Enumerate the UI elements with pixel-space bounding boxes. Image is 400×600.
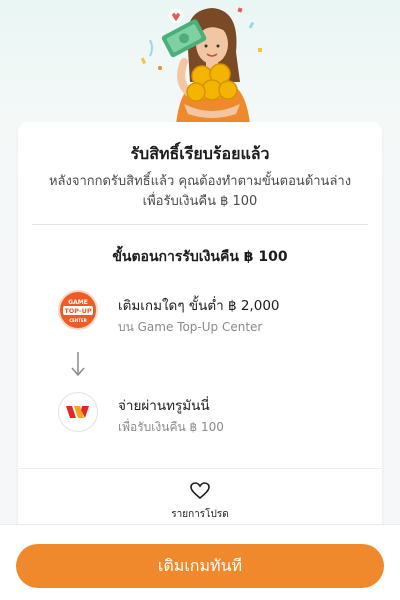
truemoney-logo <box>58 392 98 432</box>
card-title: รับสิทธิ์เรียบร้อยแล้ว <box>130 144 270 163</box>
favorite-label: รายการโปรด <box>171 509 229 520</box>
steps-title: ขั้นตอนการรับเงินคืน ฿ 100 <box>112 249 288 265</box>
hero-illustration <box>140 7 262 125</box>
step-1-text: เติมเกมใดๆ ขั้นต่ำ ฿ 2,000 <box>118 298 280 314</box>
card-description: หลังจากกดรับสิทธิ์แล้ว คุณต้องทำตามขั้นต… <box>48 174 352 209</box>
svg-text:GAME: GAME <box>68 299 88 306</box>
divider <box>18 468 382 469</box>
arrow-down-icon <box>71 352 85 377</box>
step-2-text: จ่ายผ่านทรูมันนี่ <box>118 398 210 414</box>
topup-now-button[interactable]: เติมเกมทันที <box>16 544 384 588</box>
game-topup-center-logo: GAME TOP-UP CENTER <box>58 290 98 330</box>
divider <box>32 224 368 225</box>
bottom-bar: เติมเกมทันที <box>0 524 400 600</box>
svg-text:CENTER: CENTER <box>69 318 87 323</box>
step-1-subtext: บน Game Top-Up Center <box>118 320 263 334</box>
svg-text:TOP-UP: TOP-UP <box>64 307 92 315</box>
reward-card: รับสิทธิ์เรียบร้อยแล้ว หลังจากกดรับสิทธิ… <box>18 122 382 542</box>
heart-icon <box>190 482 210 500</box>
favorite-button[interactable]: รายการโปรด <box>150 482 250 526</box>
step-2-subtext: เพื่อรับเงินคืน ฿ 100 <box>118 420 224 434</box>
